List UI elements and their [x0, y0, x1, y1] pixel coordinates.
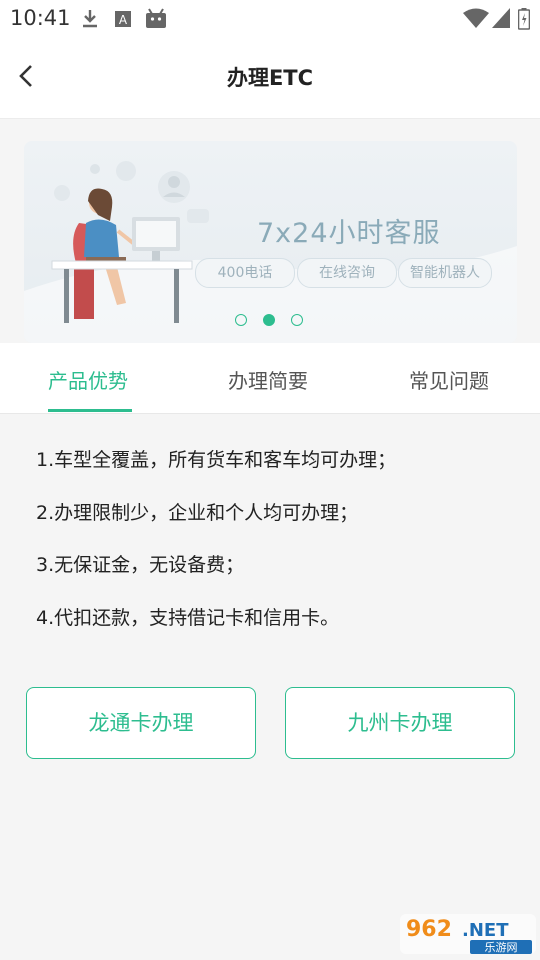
tab-bar: 产品优势 办理简要 常见问题 [0, 343, 540, 414]
carousel-dot-3[interactable] [291, 314, 303, 326]
chip-smart-robot: 智能机器人 [398, 258, 492, 288]
svg-text:.NET: .NET [462, 920, 509, 941]
svg-text:乐游网: 乐游网 [485, 941, 518, 954]
signal-icon [492, 8, 510, 28]
chip-online-consult: 在线咨询 [297, 258, 397, 288]
page-title: 办理ETC [226, 66, 314, 90]
status-bar: 10:41 A [0, 0, 540, 36]
header: 办理ETC [0, 36, 540, 119]
list-item: 3.无保证金，无设备费； [36, 554, 245, 576]
list-item: 1.车型全覆盖，所有货车和客车均可办理； [36, 449, 397, 471]
tab-faq[interactable]: 常见问题 [409, 365, 489, 394]
battery-icon [518, 8, 530, 30]
wifi-icon [463, 8, 489, 28]
carousel-dot-1[interactable] [235, 314, 247, 326]
advantages-list: 1.车型全覆盖，所有货车和客车均可办理； 2.办理限制少，企业和个人均可办理； … [36, 448, 516, 658]
status-time: 10:41 [10, 6, 71, 30]
banner-carousel[interactable]: 7x24小时客服 400电话 在线咨询 智能机器人 [24, 141, 517, 343]
jiuzhou-card-button[interactable]: 九州卡办理 [285, 687, 515, 759]
svg-text:A: A [119, 13, 128, 27]
a-icon: A [115, 11, 131, 27]
carousel-dot-2[interactable] [263, 314, 275, 326]
chip-hotline: 400电话 [195, 258, 295, 288]
list-item: 2.办理限制少，企业和个人均可办理； [36, 501, 359, 524]
tab-application-summary[interactable]: 办理简要 [228, 365, 308, 394]
banner-headline: 7x24小时客服 [257, 218, 441, 249]
active-tab-indicator [48, 409, 132, 412]
list-item: 4.代扣还款，支持借记卡和信用卡。 [36, 606, 340, 629]
carousel-indicator [24, 314, 517, 330]
longtong-card-button[interactable]: 龙通卡办理 [26, 687, 256, 759]
tab-product-advantages[interactable]: 产品优势 [48, 365, 128, 394]
svg-text:962: 962 [406, 917, 452, 942]
android-icon [146, 8, 166, 28]
download-icon [83, 10, 97, 28]
watermark-logo: 962 .NET 乐游网 [400, 914, 536, 954]
